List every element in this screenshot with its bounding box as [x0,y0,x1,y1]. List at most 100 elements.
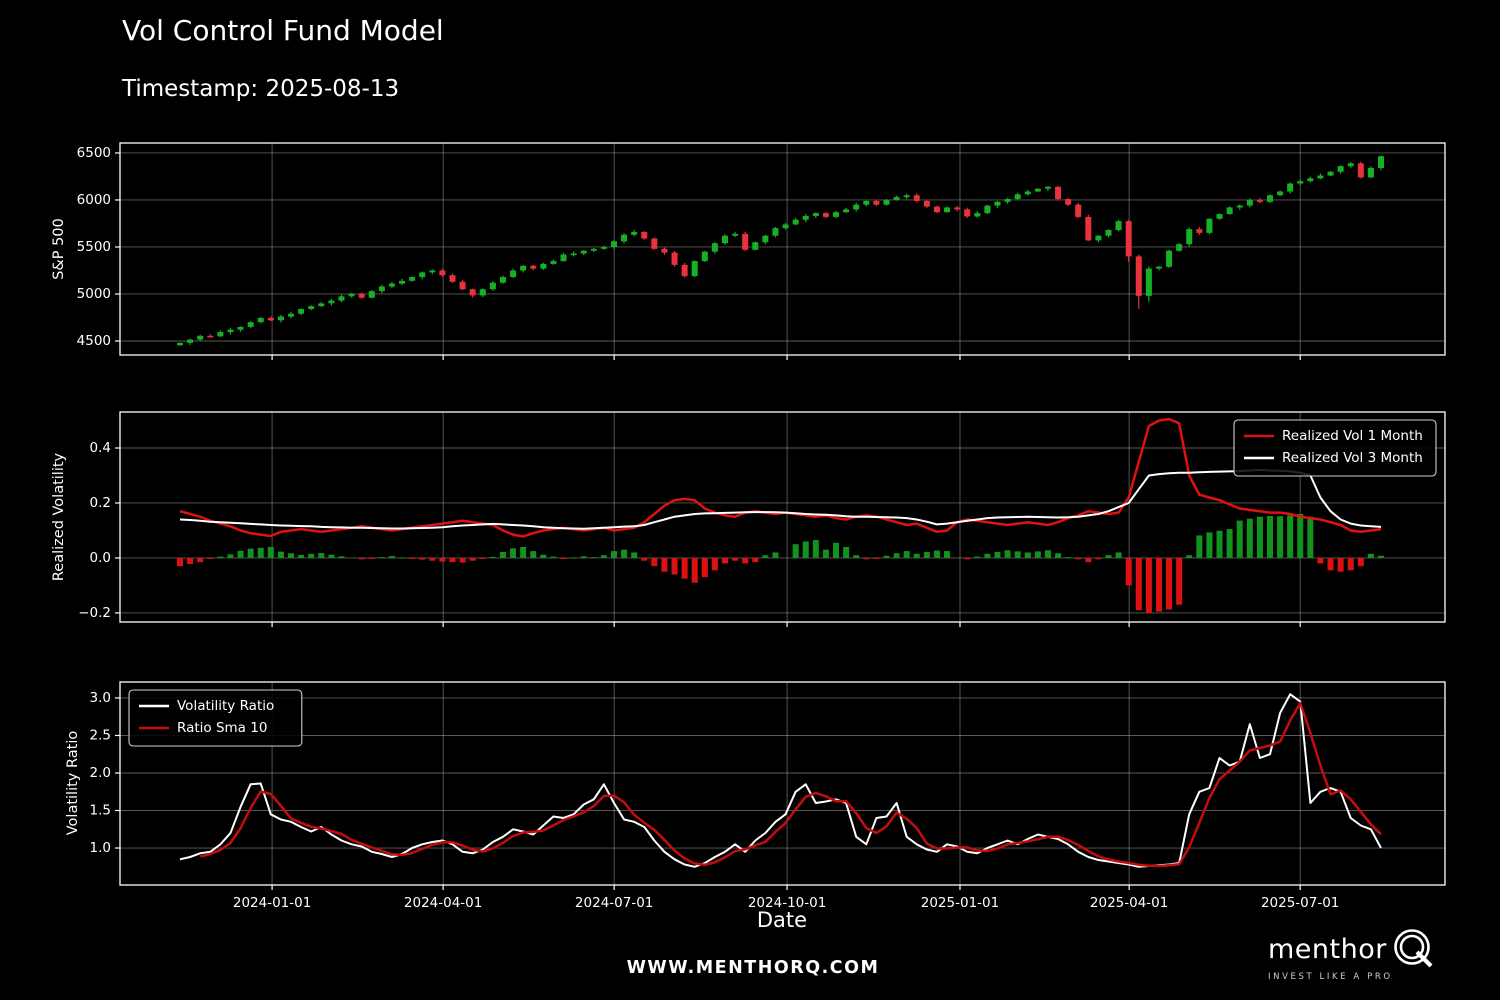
spread-bar [460,558,466,563]
x-tick-label: 2024-07-01 [575,895,653,911]
spread-bar [904,551,910,558]
candle-body [1348,163,1354,166]
y-tick-label: 0.2 [90,495,111,511]
candle-body [742,234,748,250]
spread-bar [238,551,244,558]
candle-body [1095,236,1101,241]
spread-bar [1085,558,1091,562]
spread-bar [248,549,254,558]
y-tick-label: 6000 [77,192,111,208]
spread-bar [288,553,294,558]
spread-bar [853,555,859,558]
legend-label: Realized Vol 1 Month [1282,428,1423,444]
spread-bar [328,555,334,558]
y-tick-label: 5000 [77,286,111,302]
spread-bar [1217,531,1223,558]
candle-body [1045,187,1051,189]
candle-body [1237,206,1243,208]
candle-body [510,270,516,277]
candle-body [338,296,344,300]
spread-bar [258,548,264,558]
candle-body [530,266,536,269]
spread-bar [722,558,728,563]
spread-bar [1015,551,1021,558]
candle-body [914,195,920,201]
candle-body [1085,217,1091,241]
spread-bar [1227,529,1233,558]
candle-body [379,286,385,291]
candle-body [550,261,556,264]
spread-bar [490,557,496,558]
spread-bar [1328,558,1334,570]
spread-bar [480,558,486,559]
candle-body [318,303,324,306]
spread-bar [1045,550,1051,558]
y-tick-label: 3.0 [90,690,111,706]
candle-body [227,330,233,332]
candle-body [419,272,425,277]
candle-body [631,232,637,235]
candle-body [1106,230,1112,236]
series-line-realized-vol-3-month [180,470,1381,529]
chart-3: 1.01.52.02.53.02024-01-012024-04-012024-… [90,682,1445,911]
series-line-ratio-sma-10 [200,703,1381,866]
spread-bar [389,556,395,558]
spread-bar [843,547,849,558]
y-tick-label: 6500 [77,145,111,161]
spread-bar [1025,552,1031,557]
spread-bar [298,555,304,558]
candle-body [1378,156,1384,168]
spread-bar [1146,558,1152,613]
candle-body [591,249,597,251]
candle-body [359,294,365,298]
spread-bar [581,556,587,558]
spread-bar [1186,555,1192,558]
candle-body [1025,192,1031,195]
candle-body [641,232,647,239]
spread-bar [883,556,889,558]
spread-bar [1247,519,1253,558]
logo-q-icon [1391,926,1437,972]
spread-bar [530,551,536,558]
spread-bar [1257,517,1263,558]
spread-bar [1035,551,1041,558]
candle-body [984,206,990,214]
spread-bar [702,558,708,577]
spread-bar [692,558,698,583]
candle-body [187,340,193,343]
spread-bar [419,558,425,560]
spread-bar [803,541,809,557]
candle-body [651,239,657,249]
spread-bar [611,551,617,558]
spread-bar [1156,558,1162,612]
spread-bar [1116,552,1122,557]
candle-body [873,201,879,205]
spread-bar [470,558,476,561]
spread-bar [641,558,647,561]
candle-body [833,212,839,217]
legend: Volatility RatioRatio Sma 10 [129,690,302,746]
candle-body [439,270,445,275]
charts-svg: 45005000550060006500−0.20.00.20.4Realize… [0,0,1500,1000]
candle-body [500,277,506,283]
spread-bar [1307,517,1313,558]
spread-bar [1196,535,1202,558]
spread-bar [591,557,597,558]
logo-tagline: INVEST LIKE A PRO [1268,972,1478,982]
spread-bar [742,558,748,563]
candle-body [1186,229,1192,244]
series-line-realized-vol-1-month [180,419,1381,536]
x-tick-label: 2025-01-01 [921,895,999,911]
candle-body [217,332,223,336]
candle-body [853,205,859,210]
candle-body [924,201,930,207]
y-tick-label: 4500 [77,333,111,349]
spread-bar [1005,550,1011,558]
candle-body [1075,205,1081,217]
candle-body [490,283,496,290]
spread-bar [1317,558,1323,563]
spread-bar [540,555,546,558]
candle-body [974,213,980,216]
spread-bar [1378,556,1384,558]
candle-body [1146,269,1152,296]
